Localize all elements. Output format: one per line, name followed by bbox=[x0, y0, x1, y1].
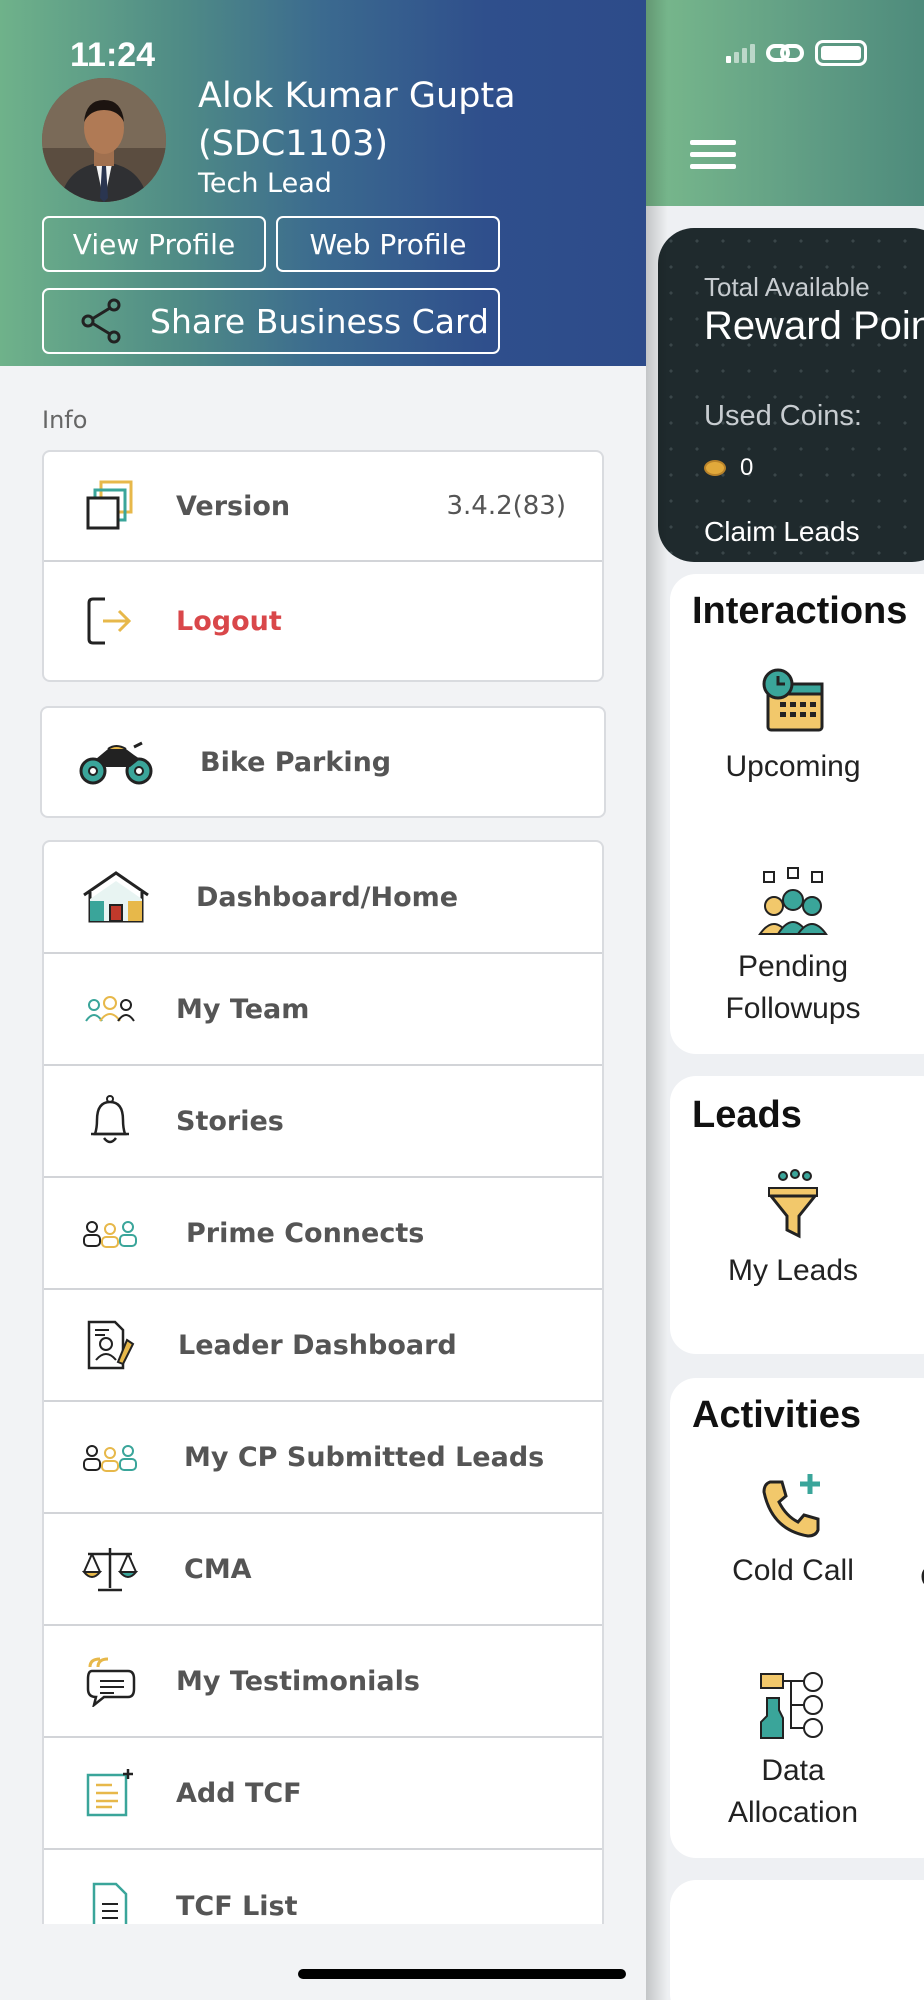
hamburger-menu-icon[interactable] bbox=[690, 140, 736, 170]
menu-item-leader-dashboard[interactable]: Leader Dashboard bbox=[44, 1290, 602, 1402]
link-icon bbox=[766, 44, 804, 62]
pending-followups-label: Pending Followups bbox=[725, 950, 861, 1025]
coin-icon bbox=[704, 460, 726, 476]
menu-label-my-team: My Team bbox=[176, 993, 310, 1025]
menu-label-dashboard-home: Dashboard/Home bbox=[196, 881, 459, 913]
menu-label-tcf-list: TCF List bbox=[176, 1890, 298, 1922]
logout-item[interactable]: Logout bbox=[44, 562, 602, 680]
bike-parking-item[interactable]: Bike Parking bbox=[42, 708, 604, 816]
data-allocation-label: Data Allocation bbox=[727, 1754, 859, 1829]
add-document-icon bbox=[80, 1763, 140, 1823]
bike-parking-label: Bike Parking bbox=[200, 746, 392, 778]
activities-card: Activities Cold Call Co Data Allocation bbox=[670, 1378, 924, 1858]
share-icon bbox=[81, 298, 121, 344]
upcoming-tile[interactable]: Upcoming bbox=[670, 666, 916, 788]
view-profile-button[interactable]: View Profile bbox=[42, 216, 266, 272]
app-header bbox=[646, 0, 924, 206]
people-icon bbox=[80, 1427, 140, 1487]
version-row: Version 3.4.2(83) bbox=[44, 452, 602, 562]
menu-item-dashboard-home[interactable]: Dashboard/Home bbox=[44, 842, 602, 954]
my-leads-label: My Leads bbox=[727, 1254, 859, 1287]
status-time: 11:24 bbox=[70, 36, 156, 74]
avatar[interactable] bbox=[42, 78, 166, 202]
claim-leads-button[interactable]: Claim Leads bbox=[658, 500, 924, 562]
team-icon bbox=[80, 979, 140, 1039]
layers-icon bbox=[80, 476, 140, 536]
user-role: Tech Lead bbox=[198, 168, 332, 199]
menu-group: Dashboard/Home My Team Stories Prime Con… bbox=[42, 840, 604, 1940]
bell-icon bbox=[80, 1091, 140, 1151]
web-profile-button[interactable]: Web Profile bbox=[276, 216, 500, 272]
calendar-clock-icon bbox=[762, 668, 824, 732]
status-icons bbox=[726, 40, 867, 66]
share-business-card-button[interactable]: Share Business Card bbox=[42, 288, 500, 354]
menu-item-stories[interactable]: Stories bbox=[44, 1066, 602, 1178]
funnel-icon bbox=[767, 1169, 819, 1239]
home-screen: Total Available Reward Poin Used Coins: … bbox=[646, 0, 924, 2000]
menu-item-my-team[interactable]: My Team bbox=[44, 954, 602, 1066]
bike-parking-group: Bike Parking bbox=[40, 706, 606, 818]
version-value: 3.4.2(83) bbox=[446, 491, 566, 521]
info-section-label: Info bbox=[42, 406, 88, 434]
next-card bbox=[670, 1880, 924, 2000]
team-meeting-icon bbox=[758, 867, 828, 935]
version-label: Version bbox=[176, 490, 291, 522]
cold-call-tile[interactable]: Cold Call bbox=[670, 1470, 916, 1592]
my-leads-tile[interactable]: My Leads bbox=[670, 1168, 916, 1292]
menu-label-my-testimonials: My Testimonials bbox=[176, 1665, 420, 1697]
people-icon bbox=[80, 1203, 140, 1263]
signal-icon bbox=[726, 43, 755, 63]
claim-leads-label: Claim Leads bbox=[704, 516, 860, 547]
reward-points-title: Reward Poin bbox=[704, 304, 924, 348]
used-coins-value: 0 bbox=[740, 454, 754, 481]
share-business-card-label: Share Business Card bbox=[150, 301, 489, 341]
profile-photo bbox=[42, 78, 166, 202]
logout-icon bbox=[80, 591, 140, 651]
menu-label-prime-connects: Prime Connects bbox=[186, 1217, 425, 1249]
interactions-card: Interactions Upcoming Pending Followups bbox=[670, 574, 924, 1054]
menu-label-leader-dashboard: Leader Dashboard bbox=[178, 1329, 457, 1361]
logout-label: Logout bbox=[176, 605, 282, 637]
document-pen-icon bbox=[80, 1315, 140, 1375]
leads-card: Leads My Leads bbox=[670, 1076, 924, 1354]
menu-label-add-tcf: Add TCF bbox=[176, 1777, 302, 1809]
menu-item-cma[interactable]: CMA bbox=[44, 1514, 602, 1626]
profile-header: 11:24 Alok Kumar Gupta (SDC1103) Tech Le… bbox=[0, 0, 646, 366]
total-available-label: Total Available bbox=[704, 272, 870, 302]
data-allocation-tile[interactable]: Data Allocation bbox=[670, 1670, 916, 1834]
used-coins-row: 0 bbox=[704, 454, 753, 482]
interactions-title: Interactions bbox=[692, 590, 908, 632]
quote-chat-icon bbox=[80, 1651, 140, 1711]
data-allocation-icon bbox=[760, 1672, 823, 1739]
navigation-drawer: 11:24 Alok Kumar Gupta (SDC1103) Tech Le… bbox=[0, 0, 646, 2000]
battery-icon bbox=[815, 40, 867, 66]
info-group: Version 3.4.2(83) Logout bbox=[42, 450, 604, 682]
scale-icon bbox=[80, 1539, 140, 1599]
activities-title: Activities bbox=[692, 1394, 861, 1436]
menu-item-add-tcf[interactable]: Add TCF bbox=[44, 1738, 602, 1850]
menu-label-cma: CMA bbox=[184, 1553, 252, 1585]
motorbike-icon bbox=[78, 732, 154, 792]
pending-followups-tile[interactable]: Pending Followups bbox=[670, 866, 916, 1030]
drawer-edge-shadow bbox=[646, 0, 668, 2000]
phone-plus-icon bbox=[762, 1474, 820, 1538]
user-name: Alok Kumar Gupta (SDC1103) bbox=[198, 76, 516, 164]
leads-title: Leads bbox=[692, 1094, 802, 1136]
drawer-bottom-area bbox=[0, 1924, 646, 2000]
cold-call-label: Cold Call bbox=[732, 1554, 854, 1587]
activity-truncated-label: Co bbox=[920, 1561, 924, 1595]
upcoming-label: Upcoming bbox=[725, 750, 861, 783]
menu-label-stories: Stories bbox=[176, 1105, 284, 1137]
menu-item-prime-connects[interactable]: Prime Connects bbox=[44, 1178, 602, 1290]
menu-label-my-cp-submitted-leads: My CP Submitted Leads bbox=[184, 1441, 545, 1473]
home-icon bbox=[80, 867, 152, 927]
menu-item-my-cp-submitted-leads[interactable]: My CP Submitted Leads bbox=[44, 1402, 602, 1514]
used-coins-label: Used Coins: bbox=[704, 400, 862, 432]
menu-item-my-testimonials[interactable]: My Testimonials bbox=[44, 1626, 602, 1738]
home-indicator[interactable] bbox=[298, 1969, 626, 1979]
